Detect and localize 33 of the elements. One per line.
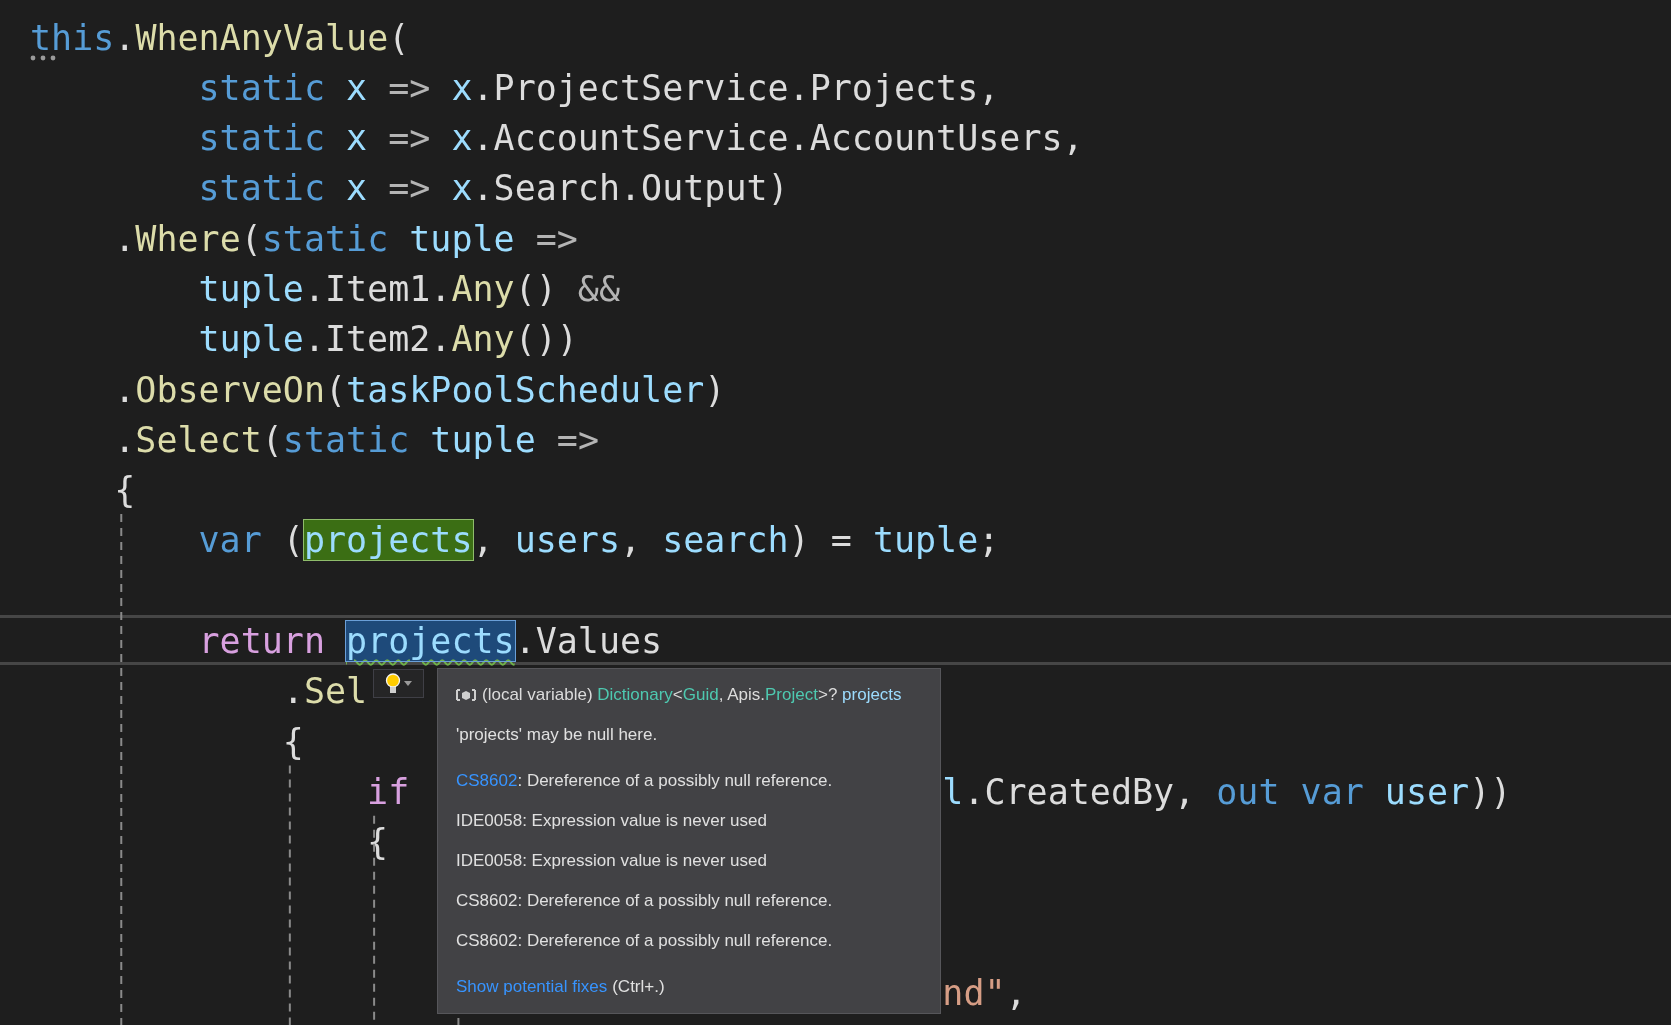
code-line: { xyxy=(114,470,136,511)
code-line: var (projects, users, search) = tuple; xyxy=(198,520,1000,561)
shortcut-hint: (Ctrl+.) xyxy=(612,976,665,998)
variable-icon xyxy=(456,688,476,702)
diagnostic-message: CS8602: Dereference of a possibly null reference. xyxy=(456,930,833,952)
null-warning: 'projects' may be null here. xyxy=(456,724,658,746)
code-line: .Sel xyxy=(282,671,368,712)
code-line: nd", xyxy=(942,973,1027,1014)
diagnostic-message: : Dereference of a possibly null reference. xyxy=(517,770,833,792)
code-line: { xyxy=(367,822,389,863)
code-line: return projects.Values xyxy=(198,621,663,662)
diagnostic-message: IDE0058: Expression value is never used xyxy=(456,810,767,832)
code-line: static x => x.Search.Output) xyxy=(198,168,789,209)
code-line: .Where(static tuple => xyxy=(114,218,578,259)
diagnostic-message: CS8602: Dereference of a possibly null reference. xyxy=(456,890,833,912)
caret-icon xyxy=(404,681,412,686)
code-line: l.CreatedBy, out var user)) xyxy=(942,771,1512,812)
code-line: this.WhenAnyValue( xyxy=(30,17,410,58)
code-line: .ObserveOn(taskPoolScheduler) xyxy=(114,369,726,410)
diagnostic-message: IDE0058: Expression value is never used xyxy=(456,850,767,872)
code-line: if xyxy=(367,771,410,812)
code-line: static x => x.ProjectService.Projects, xyxy=(198,67,1000,108)
code-line: .Select(static tuple => xyxy=(114,419,599,460)
suggestion-dots-icon[interactable] xyxy=(30,55,56,61)
type-signature: (local variable) Dictionary<Guid, Apis.Project>? projects xyxy=(482,684,902,706)
diagnostic-code-link[interactable]: CS8602 xyxy=(456,761,518,801)
code-line: tuple.Item1.Any() && xyxy=(198,269,620,309)
code-line: static x => x.AccountService.AccountUsers, xyxy=(198,118,1084,159)
potential-fixes-link[interactable]: Show potential fixes xyxy=(456,967,608,1007)
lightbulb-icon xyxy=(385,672,401,695)
lightbulb-button[interactable] xyxy=(373,669,424,698)
code-line: tuple.Item2.Any()) xyxy=(198,319,578,360)
code-line: { xyxy=(282,721,304,762)
